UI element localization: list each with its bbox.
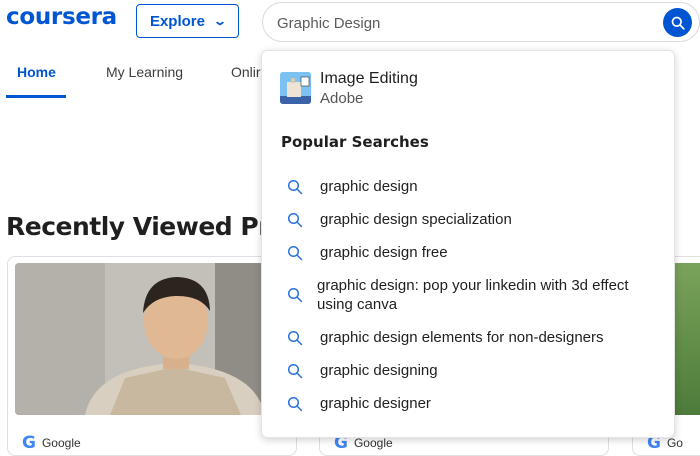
google-logo-icon: G: [22, 433, 36, 453]
suggestion-text: graphic design: [320, 178, 418, 195]
partner-name: Google: [41, 436, 81, 450]
coursera-logo[interactable]: coursera: [6, 4, 117, 30]
suggestion-text: graphic design specialization: [320, 211, 512, 228]
chevron-down-icon: ⌄: [212, 14, 228, 28]
search-input[interactable]: [275, 3, 639, 43]
search-icon: [671, 16, 685, 30]
partner-name: Google: [353, 436, 393, 450]
recent-item-title: Image Editing: [320, 70, 418, 87]
partner-name: Go: [666, 436, 683, 450]
popular-searches-heading: Popular Searches: [281, 133, 429, 151]
suggestion-item[interactable]: graphic design elements for non-designer…: [287, 328, 640, 347]
suggestion-item[interactable]: graphic design free: [287, 243, 640, 262]
suggestion-text: graphic designer: [320, 395, 431, 412]
suggestion-item[interactable]: graphic design: [287, 177, 640, 196]
suggestion-item[interactable]: graphic design specialization: [287, 210, 640, 229]
tab-online-degrees[interactable]: Onlir: [231, 64, 261, 80]
suggestion-item[interactable]: graphic design: pop your linkedin with 3…: [287, 276, 637, 314]
card-image: [15, 263, 293, 415]
tab-my-learning[interactable]: My Learning: [106, 64, 183, 80]
search-icon: [287, 330, 303, 345]
search-icon: [287, 287, 303, 303]
suggestion-text: graphic design: pop your linkedin with 3…: [317, 277, 629, 313]
suggestion-item[interactable]: graphic designing: [287, 361, 640, 380]
explore-label: Explore: [149, 12, 205, 30]
suggestion-item[interactable]: graphic designer: [287, 394, 640, 413]
search-icon: [287, 179, 303, 194]
tab-home-indicator: [6, 95, 66, 98]
search-icon: [287, 212, 303, 227]
tab-home[interactable]: Home: [17, 64, 56, 80]
explore-button[interactable]: Explore ⌄: [136, 4, 239, 38]
product-card[interactable]: G Google: [7, 256, 297, 456]
recent-search-item[interactable]: Image Editing Adobe: [280, 69, 418, 109]
suggestion-text: graphic design free: [320, 244, 448, 261]
recent-item-subtitle: Adobe: [320, 90, 364, 107]
suggestion-text: graphic design elements for non-designer…: [320, 329, 604, 346]
search-icon: [287, 396, 303, 411]
search-button[interactable]: [663, 8, 692, 37]
search-icon: [287, 245, 303, 260]
search-suggestions-dropdown: Image Editing Adobe Popular Searches gra…: [261, 50, 675, 438]
image-editing-thumbnail: [280, 72, 311, 104]
card-partner: G Google: [22, 433, 81, 453]
search-icon: [287, 363, 303, 378]
suggestion-text: graphic designing: [320, 362, 438, 379]
search-bar: [262, 2, 700, 43]
